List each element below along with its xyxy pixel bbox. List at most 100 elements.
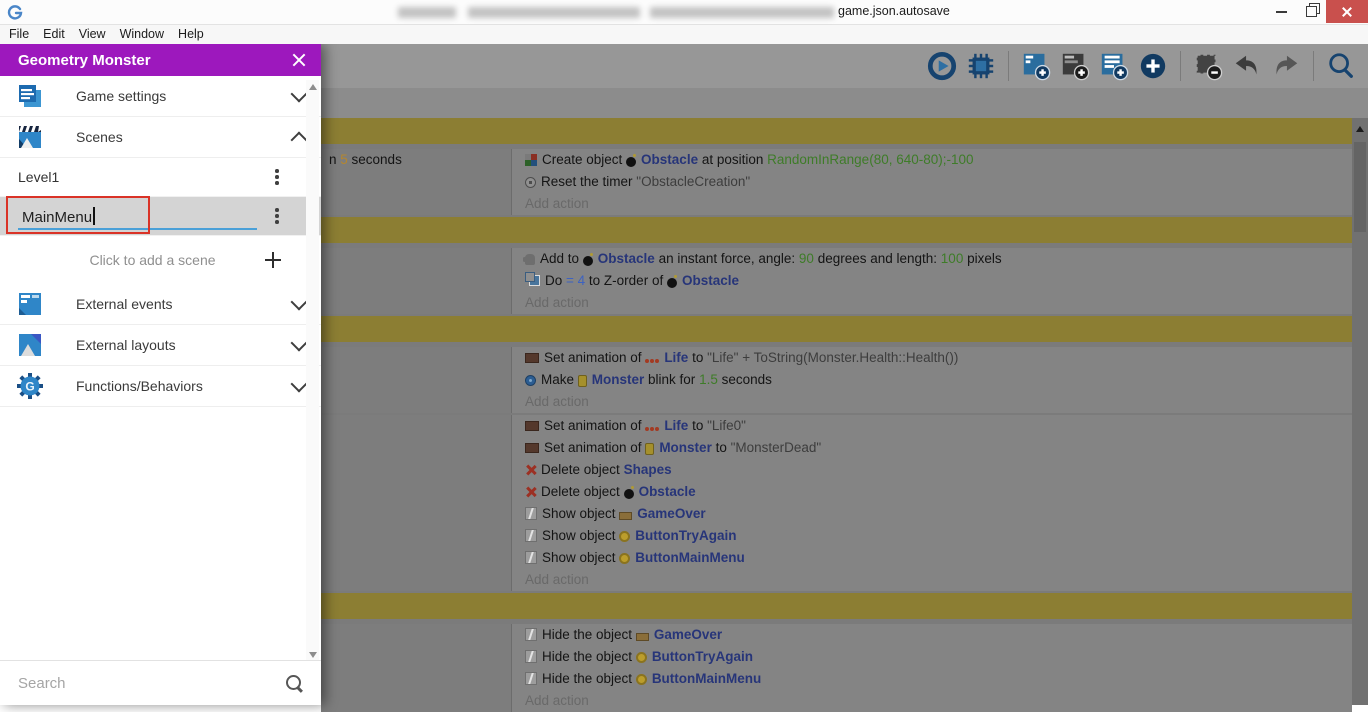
- event-group-bar[interactable]: [321, 316, 1352, 342]
- menu-help[interactable]: Help: [178, 27, 213, 41]
- event[interactable]: Hide the object GameOver Hide the object …: [321, 624, 1352, 712]
- action-row[interactable]: Reset the timer "ObstacleCreation": [525, 171, 1352, 193]
- scroll-down-icon[interactable]: [308, 652, 317, 658]
- event-group-bar[interactable]: [321, 118, 1352, 144]
- action-row[interactable]: Hide the object GameOver: [525, 624, 1352, 646]
- title-bar: game.json.autosave: [0, 0, 1368, 25]
- action-row[interactable]: Add to Obstacle an instant force, angle:…: [523, 248, 1352, 270]
- game-settings-icon: [16, 82, 44, 110]
- add-scene-button[interactable]: Click to add a scene: [0, 236, 321, 284]
- event-conditions[interactable]: [321, 415, 512, 591]
- add-action-button[interactable]: Add action: [525, 292, 1352, 314]
- event-group-bar[interactable]: [321, 217, 1352, 243]
- token: seconds: [347, 152, 402, 167]
- undo-icon[interactable]: [1232, 51, 1262, 81]
- chevron-down-icon[interactable]: [290, 375, 308, 393]
- redo-icon[interactable]: [1271, 51, 1301, 81]
- close-window-button[interactable]: [1326, 0, 1368, 23]
- token: at position: [698, 152, 768, 167]
- minimize-button[interactable]: [1266, 0, 1296, 23]
- action-row[interactable]: Create object Obstacle at position Rando…: [525, 149, 1352, 171]
- action-row[interactable]: Hide the object ButtonMainMenu: [525, 668, 1352, 690]
- chevron-up-icon[interactable]: [290, 131, 308, 149]
- restore-button[interactable]: [1296, 0, 1326, 23]
- toolbar-separator: [1180, 51, 1181, 81]
- event[interactable]: n 5 seconds Create object Obstacle at pos…: [321, 149, 1352, 215]
- plus-icon[interactable]: [265, 252, 281, 268]
- action-row[interactable]: Show object GameOver: [525, 503, 1352, 525]
- drawer-header: Geometry Monster: [0, 44, 321, 76]
- action-row[interactable]: Show object ButtonTryAgain: [525, 525, 1352, 547]
- event-group-bar[interactable]: [321, 593, 1352, 619]
- menu-window[interactable]: Window: [120, 27, 173, 41]
- menu-file[interactable]: File: [9, 27, 38, 41]
- gameover-icon: [619, 512, 633, 520]
- add-circle-icon[interactable]: [1138, 51, 1168, 81]
- menu-view[interactable]: View: [79, 27, 115, 41]
- sidebar-item-game-settings[interactable]: Game settings: [0, 76, 321, 117]
- add-action-button[interactable]: Add action: [525, 569, 1352, 591]
- add-subevent-icon[interactable]: [1099, 51, 1129, 81]
- scene-item-mainmenu-editing[interactable]: MainMenu: [0, 197, 321, 236]
- kebab-menu-icon[interactable]: [275, 169, 279, 185]
- anim-icon: [525, 353, 539, 363]
- add-action-button[interactable]: Add action: [525, 391, 1352, 413]
- sidebar-item-external-events[interactable]: External events: [0, 284, 321, 325]
- redacted-title-text: [398, 7, 456, 18]
- action-row[interactable]: Make Monster blink for 1.5 seconds: [525, 369, 1352, 391]
- event-conditions[interactable]: [321, 624, 512, 712]
- drawer-search: Search: [0, 660, 321, 705]
- create-object-icon: [525, 154, 537, 166]
- action-row[interactable]: Hide the object ButtonTryAgain: [525, 646, 1352, 668]
- play-icon[interactable]: [927, 51, 957, 81]
- scrollbar-thumb[interactable]: [1354, 142, 1366, 232]
- chevron-down-icon[interactable]: [290, 293, 308, 311]
- action-row[interactable]: Delete object Obstacle: [525, 481, 1352, 503]
- chevron-down-icon[interactable]: [290, 334, 308, 352]
- search-placeholder[interactable]: Search: [18, 675, 66, 692]
- action-row[interactable]: Set animation of Life to "Life" + ToStri…: [525, 347, 1352, 369]
- action-row[interactable]: Do = 4 to Z-order of Obstacle: [525, 270, 1352, 292]
- events-scrollbar[interactable]: [1352, 118, 1368, 705]
- token: 5: [340, 152, 348, 167]
- action-row[interactable]: Show object ButtonMainMenu: [525, 547, 1352, 569]
- token: Set animation of: [544, 418, 646, 433]
- hide-icon: [525, 628, 537, 641]
- add-comment-icon[interactable]: [1060, 51, 1090, 81]
- drawer-scrollbar[interactable]: [306, 80, 319, 662]
- event[interactable]: Add to Obstacle an instant force, angle:…: [321, 248, 1352, 314]
- event-conditions[interactable]: n 5 seconds: [321, 149, 512, 215]
- sidebar-item-functions-behaviors[interactable]: G Functions/Behaviors: [0, 366, 321, 407]
- remove-event-icon[interactable]: [1193, 51, 1223, 81]
- scroll-up-icon[interactable]: [308, 84, 317, 90]
- menu-edit[interactable]: Edit: [43, 27, 74, 41]
- event-conditions[interactable]: [321, 347, 512, 413]
- scroll-up-icon[interactable]: [1356, 126, 1364, 132]
- event[interactable]: Set animation of Life to "Life0" Set anim…: [321, 415, 1352, 591]
- sidebar-item-external-layouts[interactable]: External layouts: [0, 325, 321, 366]
- token: Show object: [542, 528, 620, 543]
- life-icon: [645, 426, 659, 432]
- sidebar-item-scenes[interactable]: Scenes: [0, 117, 321, 158]
- chevron-down-icon[interactable]: [290, 85, 308, 103]
- search-icon[interactable]: [285, 674, 303, 692]
- event-conditions[interactable]: [321, 248, 512, 314]
- action-row[interactable]: Set animation of Life to "Life0": [525, 415, 1352, 437]
- redacted-title-text: [468, 7, 640, 18]
- kebab-menu-icon[interactable]: [275, 208, 279, 224]
- event[interactable]: Set animation of Life to "Life" + ToStri…: [321, 347, 1352, 413]
- action-row[interactable]: Delete object Shapes: [525, 459, 1352, 481]
- add-action-button[interactable]: Add action: [525, 690, 1352, 712]
- token: Hide the object: [542, 671, 636, 686]
- scene-item-level1[interactable]: Level1: [0, 158, 321, 197]
- close-drawer-icon[interactable]: [291, 52, 307, 68]
- debug-icon[interactable]: [966, 51, 996, 81]
- gameover-icon: [635, 633, 649, 641]
- add-event-icon[interactable]: [1021, 51, 1051, 81]
- search-icon[interactable]: [1326, 51, 1356, 81]
- scene-name-input[interactable]: MainMenu: [18, 206, 95, 226]
- action-row[interactable]: Set animation of Monster to "MonsterDead…: [525, 437, 1352, 459]
- token: Delete object: [541, 484, 624, 499]
- add-action-button[interactable]: Add action: [525, 193, 1352, 215]
- show-icon: [525, 551, 537, 564]
